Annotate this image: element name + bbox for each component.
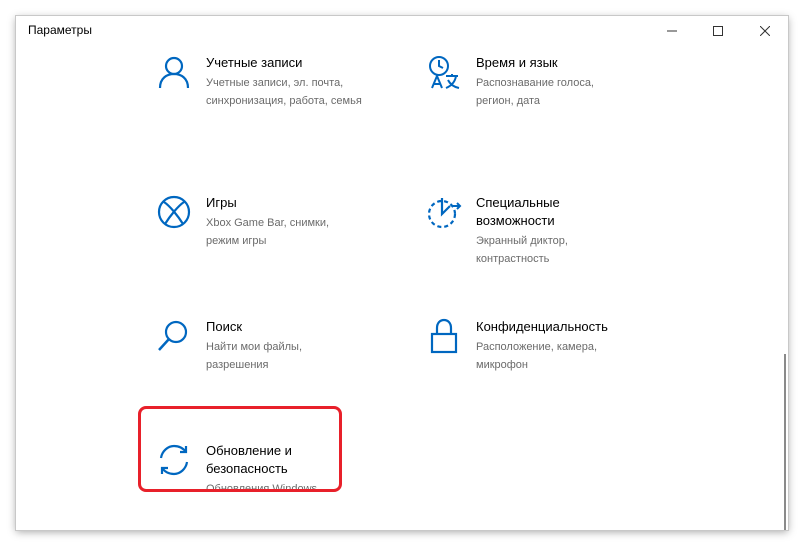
settings-window: Параметры Учетные записи Учетные записи,…	[16, 16, 788, 530]
tile-name: Поиск	[206, 319, 243, 334]
minimize-button[interactable]	[649, 16, 695, 46]
tile-name: Учетные записи	[206, 55, 303, 70]
scrollbar[interactable]	[784, 354, 786, 530]
tile-gaming[interactable]: Игры Xbox Game Bar, снимки, режим игры	[156, 194, 406, 284]
tile-name: Игры	[206, 195, 237, 210]
tile-update-security[interactable]: Обновление и безопасность Обновления Win…	[156, 442, 406, 530]
tile-desc: Учетные записи, эл. почта, синхронизация…	[206, 77, 362, 107]
tile-ease-of-access[interactable]: Специальные возможности Экранный диктор,…	[426, 194, 676, 284]
close-button[interactable]	[742, 16, 788, 46]
search-icon	[156, 318, 192, 354]
sync-icon	[156, 442, 192, 478]
lock-icon	[426, 318, 462, 354]
tile-desc: Найти мои файлы, разрешения	[206, 341, 303, 371]
ease-of-access-icon	[426, 194, 462, 230]
tile-desc: Экранный диктор, контрастность	[476, 235, 568, 265]
maximize-button[interactable]	[695, 16, 741, 46]
title-bar[interactable]: Параметры	[16, 16, 788, 46]
tile-name: Специальные возможности	[476, 195, 560, 228]
tile-name: Конфиденциальность	[476, 319, 608, 334]
tile-desc: Обновления Windows	[206, 483, 318, 495]
close-icon	[760, 26, 770, 36]
time-language-icon	[426, 54, 462, 90]
tile-name: Время и язык	[476, 55, 558, 70]
tile-privacy[interactable]: Конфиденциальность Расположение, камера,…	[426, 318, 676, 408]
tile-desc: Расположение, камера, микрофон	[476, 341, 598, 371]
tile-desc: Распознавание голоса, регион, дата	[476, 77, 594, 107]
minimize-icon	[667, 26, 677, 36]
maximize-icon	[713, 26, 723, 36]
tile-name: Обновление и безопасность	[206, 443, 292, 476]
tile-time-language[interactable]: Время и язык Распознавание голоса, регио…	[426, 54, 676, 144]
person-icon	[156, 54, 192, 90]
settings-content: Учетные записи Учетные записи, эл. почта…	[16, 46, 788, 530]
tile-desc: Xbox Game Bar, снимки, режим игры	[206, 217, 330, 247]
tile-search[interactable]: Поиск Найти мои файлы, разрешения	[156, 318, 406, 408]
xbox-icon	[156, 194, 192, 230]
window-title: Параметры	[28, 23, 92, 37]
tile-accounts[interactable]: Учетные записи Учетные записи, эл. почта…	[156, 54, 406, 144]
